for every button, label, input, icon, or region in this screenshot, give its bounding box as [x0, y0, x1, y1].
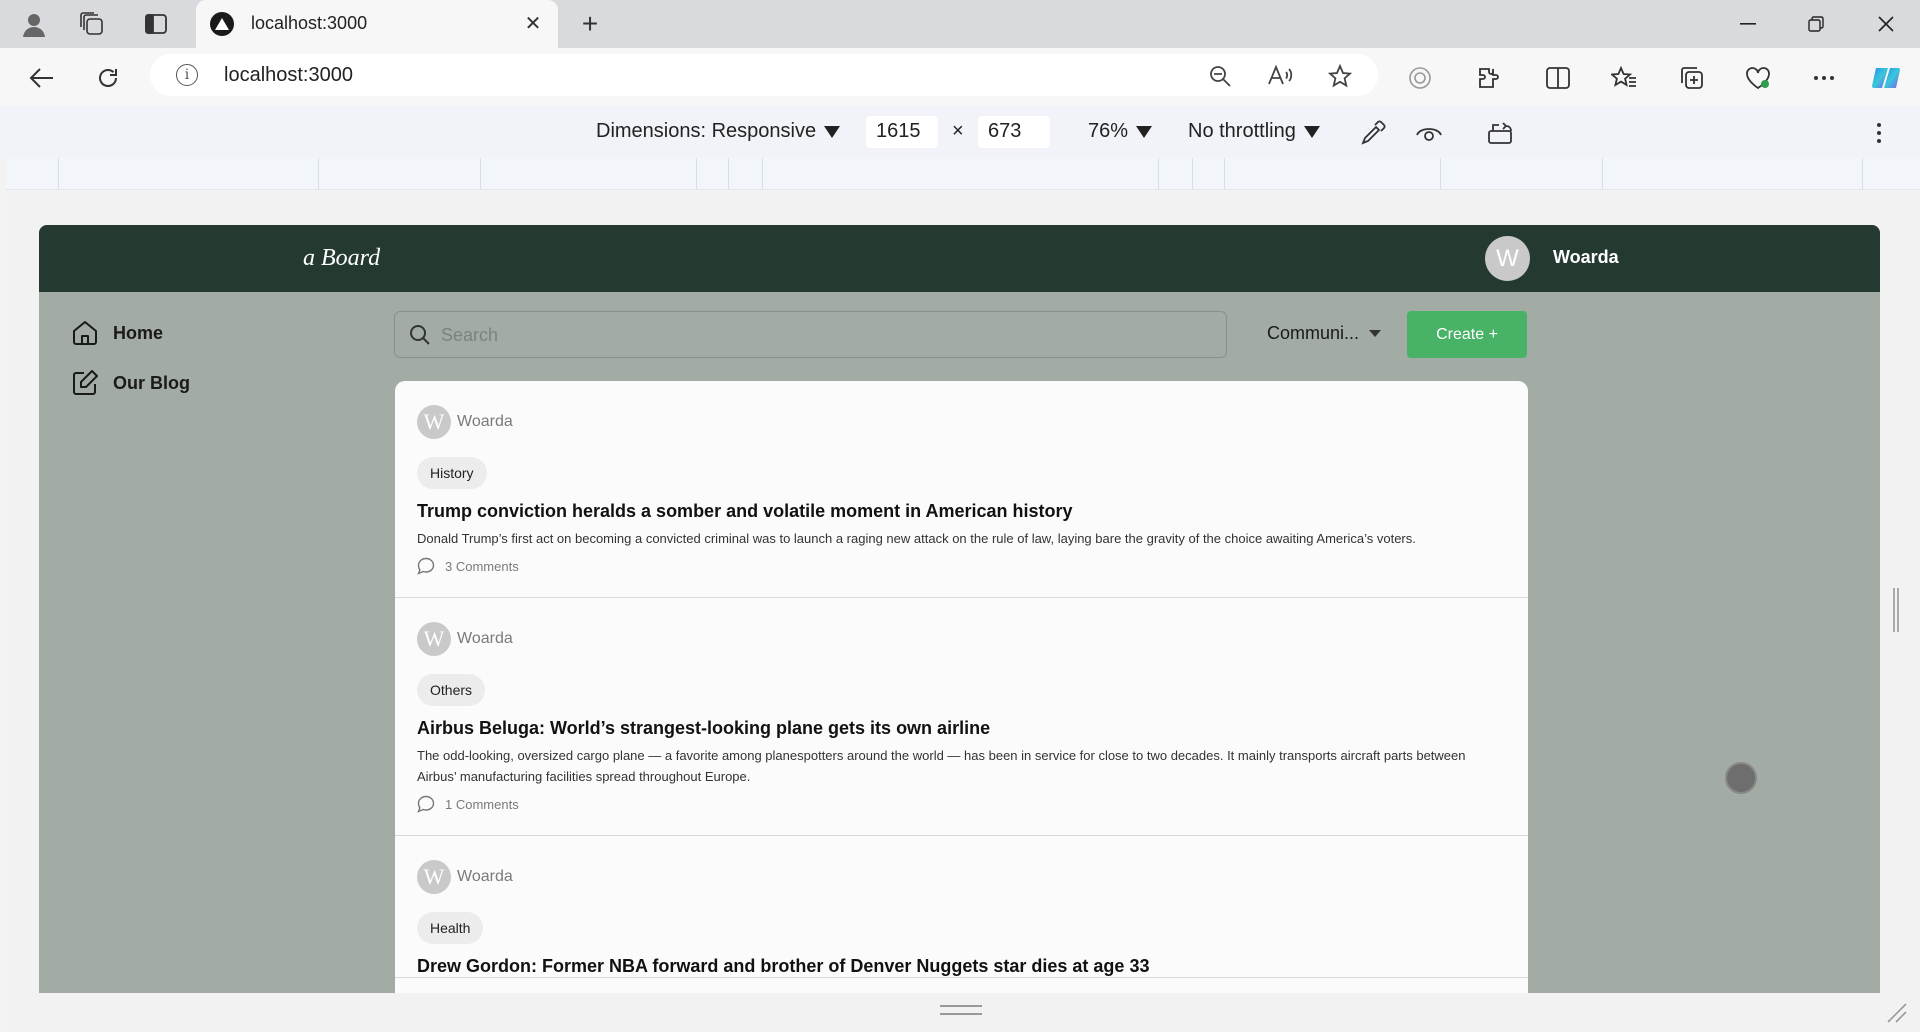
tab-title: localhost:3000 [251, 13, 368, 33]
browser-titlebar: localhost:3000 ✕ + [0, 0, 1920, 48]
comments-link[interactable]: 3 Comments [417, 557, 1506, 597]
eyedropper-icon[interactable] [1358, 118, 1388, 148]
viewport-resize-handle-right[interactable] [1893, 588, 1899, 632]
tracking-prevention-icon[interactable] [1404, 62, 1436, 94]
collections-tabs-icon[interactable] [78, 10, 106, 38]
app-header: a Board W Woarda [39, 225, 1880, 292]
app-viewport: a Board W Woarda Home Our Blog Communi..… [39, 225, 1880, 993]
url-text[interactable]: localhost:3000 [224, 64, 353, 87]
post-description: The odd-looking, oversized cargo plane —… [417, 748, 1466, 784]
rotate-device-icon[interactable] [1486, 118, 1516, 148]
profile-icon[interactable] [20, 10, 48, 38]
avatar[interactable]: W [1485, 236, 1530, 281]
back-icon[interactable] [26, 62, 58, 94]
viewport-height-input[interactable]: 673 [978, 116, 1050, 148]
address-bar-row: i localhost:3000 [0, 48, 1920, 106]
dropdown-triangle-icon [824, 125, 841, 138]
chevron-down-icon [1369, 330, 1382, 337]
avatar: W [417, 860, 451, 894]
post-description: Donald Trump’s first act on becoming a c… [417, 531, 1416, 546]
comment-count: 3 Comments [445, 558, 519, 574]
category-tag: Others [417, 674, 486, 706]
throttling-label: No throttling [1188, 120, 1296, 142]
post-feed: W Woarda History Trump conviction herald… [395, 381, 1528, 993]
dimensions-label: Dimensions: Responsive [596, 120, 817, 142]
post-card[interactable]: W Woarda Health Drew Gordon: Former NBA … [395, 836, 1528, 978]
home-icon [71, 319, 99, 347]
dropdown-triangle-icon [1303, 125, 1320, 138]
sidebar-item-label: Our Blog [113, 372, 190, 393]
comment-icon [417, 557, 435, 575]
search-input[interactable] [441, 322, 1201, 348]
brand-logo[interactable]: a Board [303, 245, 380, 272]
close-window-icon[interactable] [1866, 8, 1906, 40]
favorites-icon[interactable] [1608, 62, 1640, 94]
search-icon [410, 325, 430, 345]
restore-icon[interactable] [1796, 8, 1836, 40]
zoom-label: 76% [1088, 120, 1129, 142]
post-author: W Woarda [417, 622, 1506, 656]
avatar: W [417, 405, 451, 439]
read-aloud-icon[interactable] [1266, 62, 1294, 90]
vertical-tabs-icon[interactable] [142, 10, 170, 38]
split-screen-icon[interactable] [1542, 62, 1574, 94]
post-title[interactable]: Drew Gordon: Former NBA forward and brot… [417, 956, 1506, 977]
dimensions-dropdown[interactable]: Dimensions: Responsive [596, 120, 841, 143]
sidebar-item-our-blog[interactable]: Our Blog [71, 369, 190, 397]
create-button[interactable]: Create + [1407, 311, 1527, 358]
dimension-separator: × [952, 120, 964, 142]
minimize-icon[interactable] [1728, 8, 1768, 40]
tab-localhost[interactable]: localhost:3000 ✕ [196, 0, 558, 48]
favorite-star-icon[interactable] [1326, 62, 1354, 90]
viewport-resize-corner-icon[interactable] [1884, 1000, 1908, 1024]
zoom-out-icon[interactable] [1206, 62, 1234, 90]
comments-link[interactable]: 1 Comments [417, 795, 1506, 835]
search-box[interactable] [394, 311, 1227, 358]
device-toolbar-more-icon[interactable] [1864, 118, 1894, 148]
sidebar-item-home[interactable]: Home [71, 319, 163, 347]
throttling-dropdown[interactable]: No throttling [1188, 120, 1320, 143]
community-dropdown-label: Communi... [1267, 323, 1360, 343]
media-query-ruler[interactable] [6, 158, 1920, 190]
edit-icon [71, 369, 99, 397]
site-info-icon[interactable]: i [176, 64, 198, 86]
post-title[interactable]: Trump conviction heralds a somber and vo… [417, 501, 1506, 522]
new-tab-button[interactable]: + [574, 8, 606, 40]
post-author: W Woarda [417, 405, 1506, 439]
omnibox[interactable]: i localhost:3000 [150, 54, 1378, 96]
post-author-name: Woarda [457, 868, 513, 885]
more-options-icon[interactable] [1808, 62, 1840, 94]
touch-cursor-dot [1725, 762, 1757, 794]
device-toolbar: Dimensions: Responsive 1615 × 673 76% No… [0, 106, 1920, 158]
reload-icon[interactable] [92, 62, 124, 94]
post-card[interactable]: W Woarda History Trump conviction herald… [395, 381, 1528, 598]
collections-icon[interactable] [1676, 62, 1708, 94]
post-title[interactable]: Airbus Beluga: World’s strangest-looking… [417, 718, 1506, 739]
post-author-name: Woarda [457, 413, 513, 430]
comment-icon [417, 795, 435, 813]
vision-deficiency-icon[interactable] [1414, 118, 1444, 148]
viewport-width-input[interactable]: 1615 [866, 116, 938, 148]
extensions-icon[interactable] [1472, 62, 1504, 94]
comment-count: 1 Comments [445, 796, 519, 812]
vercel-favicon-icon [210, 12, 234, 36]
avatar: W [417, 622, 451, 656]
post-card[interactable]: W Woarda Others Airbus Beluga: World’s s… [395, 598, 1528, 836]
community-dropdown[interactable]: Communi... [1267, 323, 1382, 344]
sidebar-item-label: Home [113, 322, 164, 343]
category-tag: Health [417, 912, 484, 944]
post-author: W Woarda [417, 860, 1506, 894]
browser-essentials-icon[interactable] [1742, 62, 1774, 94]
zoom-dropdown[interactable]: 76% [1088, 120, 1153, 143]
copilot-icon[interactable] [1870, 62, 1902, 94]
category-tag: History [417, 457, 487, 489]
header-username[interactable]: Woarda [1553, 247, 1619, 268]
post-author-name: Woarda [457, 630, 513, 647]
viewport-resize-handle-bottom[interactable] [940, 1005, 982, 1015]
dropdown-triangle-icon [1136, 125, 1153, 138]
close-tab-icon[interactable]: ✕ [520, 10, 546, 36]
